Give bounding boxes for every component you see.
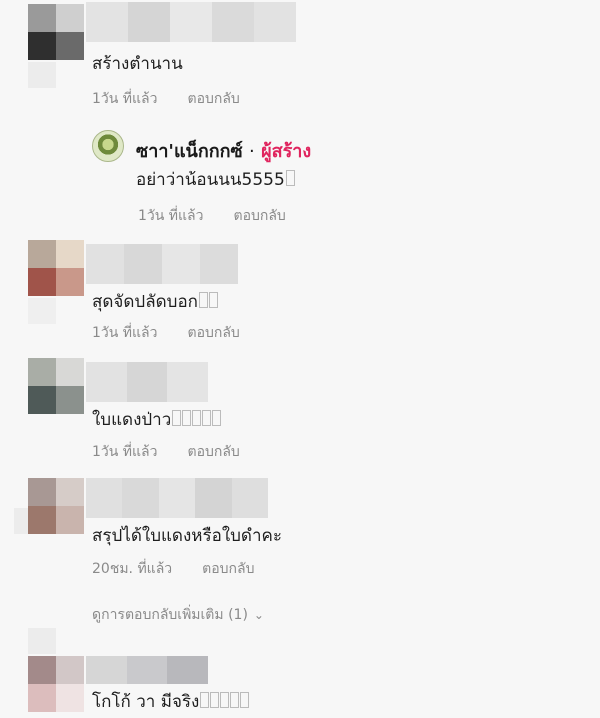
avatar-shadow	[28, 298, 56, 324]
emoji-placeholder	[182, 410, 192, 426]
comment-meta: 1วัน ที่แล้ว ตอบกลับ	[92, 88, 240, 110]
view-more-label: ดูการตอบกลับเพิ่มเติม (1)	[92, 607, 248, 623]
comment-meta: 20ชม. ที่แล้ว ตอบกลับ	[92, 558, 254, 580]
avatar-shadow	[28, 62, 56, 88]
blurred-username[interactable]	[86, 362, 209, 402]
chevron-down-icon: ⌄	[253, 608, 264, 622]
reply-meta: 1วัน ที่แล้ว ตอบกลับ	[138, 205, 286, 227]
comment-text: สรุปได้ใบแดงหรือใบดำคะ	[92, 526, 283, 546]
comment-time: 1วัน ที่แล้ว	[92, 91, 158, 107]
comment-text: สุดจัดปลัดบอก	[92, 288, 218, 315]
emoji-placeholder	[200, 692, 210, 708]
reply-button[interactable]: ตอบกลับ	[202, 561, 254, 577]
comment-time: 1วัน ที่แล้ว	[92, 325, 158, 341]
comment-text: ใบแดงป่าว	[92, 406, 222, 433]
reply-button[interactable]: ตอบกลับ	[187, 91, 239, 107]
emoji-placeholder	[212, 410, 222, 426]
reply-time: 1วัน ที่แล้ว	[138, 208, 204, 224]
emoji-placeholder	[285, 170, 295, 186]
reply-button[interactable]: ตอบกลับ	[187, 444, 239, 460]
creator-name[interactable]: ซาา'แน็กกกซ์	[136, 141, 243, 162]
comment-text: สร้างตำนาน	[92, 54, 183, 74]
reply-text-body: อย่าว่าน้อนนน5555	[136, 170, 285, 190]
emoji-placeholder	[230, 692, 240, 708]
avatar-shadow	[28, 628, 56, 654]
creator-header: ซาา'แน็กกกซ์ · ผู้สร้าง	[136, 136, 311, 165]
emoji-placeholder	[192, 410, 202, 426]
comment-text: โกโก้ วา มีจริง	[92, 688, 250, 715]
separator: ·	[249, 141, 255, 162]
comment-text-body: โกโก้ วา มีจริง	[92, 692, 200, 712]
comment-text-body: สุดจัดปลัดบอก	[92, 292, 198, 312]
comment-time: 20ชม. ที่แล้ว	[92, 561, 173, 577]
avatar[interactable]	[28, 478, 84, 534]
emoji-placeholder	[172, 410, 182, 426]
avatar-shadow	[14, 508, 28, 534]
emoji-placeholder	[220, 692, 230, 708]
creator-avatar[interactable]	[92, 130, 124, 162]
avatar[interactable]	[28, 4, 84, 60]
comment-meta: 1วัน ที่แล้ว ตอบกลับ	[92, 322, 240, 344]
view-more-replies-button[interactable]: ดูการตอบกลับเพิ่มเติม (1) ⌄	[92, 604, 264, 626]
blurred-username[interactable]	[86, 656, 209, 684]
reply-button[interactable]: ตอบกลับ	[187, 325, 239, 341]
blurred-username[interactable]	[86, 478, 269, 518]
emoji-placeholder	[202, 410, 212, 426]
comment-meta: 1วัน ที่แล้ว ตอบกลับ	[92, 441, 240, 463]
reply-text: อย่าว่าน้อนนน5555	[136, 166, 295, 193]
comment-text-body: ใบแดงป่าว	[92, 410, 172, 430]
avatar[interactable]	[28, 240, 84, 296]
emoji-placeholder	[210, 692, 220, 708]
blurred-username[interactable]	[86, 244, 238, 284]
reply-button[interactable]: ตอบกลับ	[233, 208, 285, 224]
blurred-username[interactable]	[86, 2, 296, 42]
avatar[interactable]	[28, 656, 84, 712]
emoji-placeholder	[240, 692, 250, 708]
emoji-placeholder	[208, 292, 218, 308]
creator-badge: ผู้สร้าง	[261, 141, 312, 162]
emoji-placeholder	[198, 292, 208, 308]
comment-time: 1วัน ที่แล้ว	[92, 444, 158, 460]
avatar[interactable]	[28, 358, 84, 414]
